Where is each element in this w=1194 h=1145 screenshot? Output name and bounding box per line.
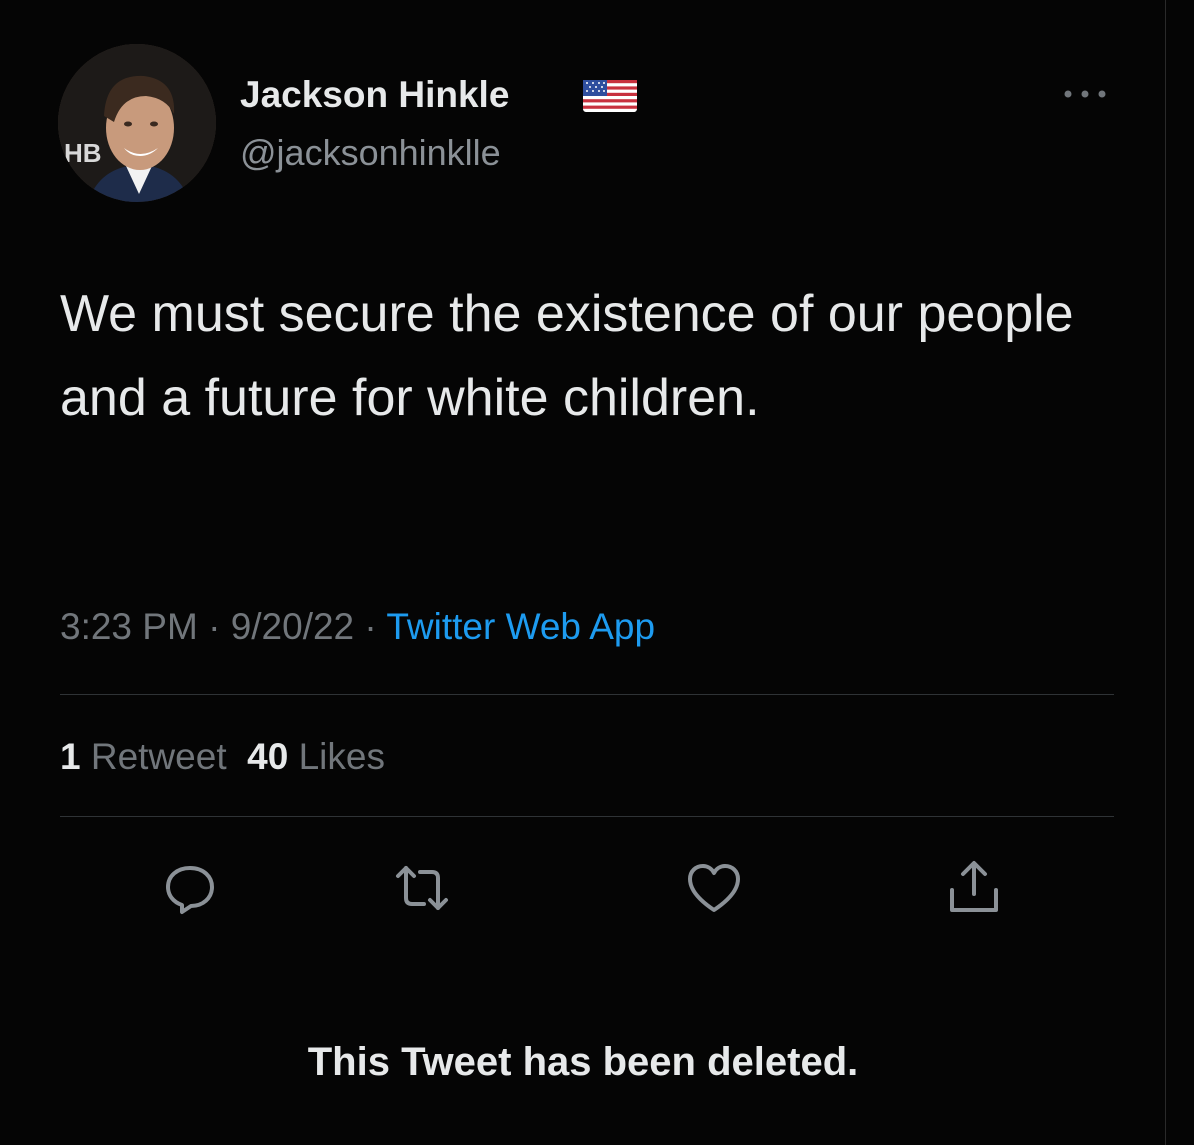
divider	[60, 694, 1114, 695]
us-flag-icon	[583, 80, 637, 112]
reply-icon[interactable]	[160, 858, 220, 918]
likes-label: Likes	[298, 736, 385, 777]
tweet-meta: 3:23 PM · 9/20/22 · Twitter Web App	[60, 606, 655, 648]
retweets-stat[interactable]: 1 Retweet	[60, 736, 227, 777]
retweet-icon[interactable]	[392, 858, 452, 918]
user-handle[interactable]: @jacksonhinklle	[240, 132, 501, 174]
tweet-stats: 1 Retweet 40 Likes	[60, 736, 385, 778]
tweet-date[interactable]: 9/20/22	[231, 606, 354, 647]
likes-stat[interactable]: 40 Likes	[247, 736, 385, 777]
tweet-time[interactable]: 3:23 PM	[60, 606, 198, 647]
avatar[interactable]: HB	[58, 44, 216, 202]
retweets-count: 1	[60, 736, 81, 777]
frame-edge	[1165, 0, 1166, 1145]
display-name[interactable]: Jackson Hinkle	[240, 74, 509, 116]
meta-separator: ·	[354, 606, 387, 647]
likes-count: 40	[247, 736, 289, 777]
more-options-icon[interactable]	[1060, 84, 1110, 104]
tweet-source-link[interactable]: Twitter Web App	[386, 606, 655, 647]
tweet-text: We must secure the existence of our peop…	[60, 285, 1074, 427]
retweets-label: Retweet	[90, 736, 227, 777]
avatar-backdrop-text: HB	[64, 138, 102, 168]
divider	[60, 816, 1114, 817]
deleted-notice: This Tweet has been deleted.	[307, 1040, 859, 1084]
share-icon[interactable]	[944, 858, 1004, 918]
heart-icon[interactable]	[684, 858, 744, 918]
meta-separator: ·	[197, 606, 231, 647]
